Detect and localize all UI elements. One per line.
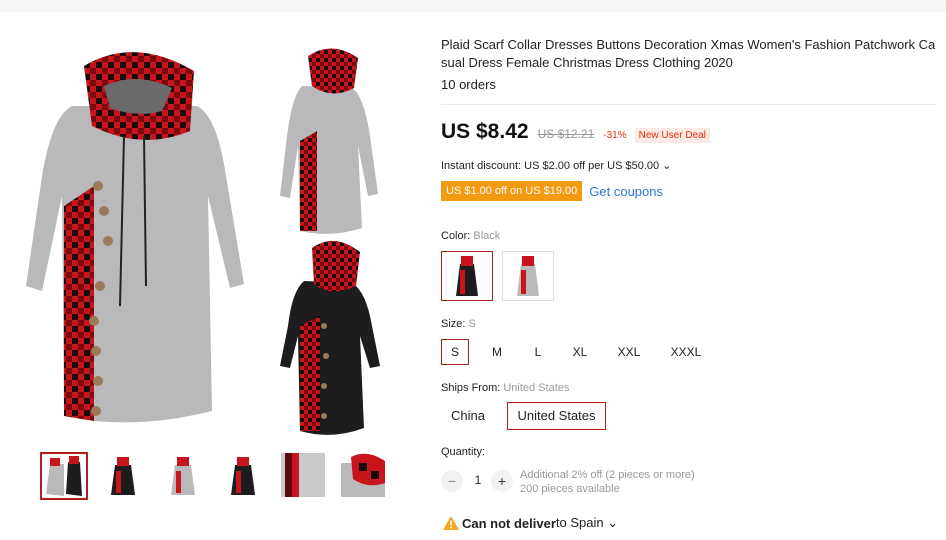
deliver-destination: to Spain ⌄ [555, 515, 619, 530]
color-option-gray[interactable] [502, 251, 554, 301]
price-row: US $8.42 US $12.21 -31% New User Deal [441, 120, 710, 148]
warning-icon [443, 516, 459, 530]
size-option-s[interactable]: S [441, 339, 469, 365]
thumbnail-2[interactable] [100, 452, 148, 500]
quantity-discount-note: Additional 2% off (2 pieces or more) [520, 469, 695, 481]
ships-from-value: United States [503, 382, 570, 394]
color-label-text: Color: [441, 230, 474, 242]
thumbnail-strip [40, 452, 390, 502]
coupon-badge: US $1.00 off on US $19.00 [441, 181, 583, 201]
size-option-xxxl[interactable]: XXXL [667, 339, 705, 365]
thumbnail-6[interactable] [340, 452, 388, 500]
orders-count: 10 orders [441, 77, 496, 92]
coupon-row: US $1.00 off on US $19.00 Get coupons [441, 181, 663, 201]
main-product-image[interactable] [12, 26, 418, 444]
small-black-dress-figure [280, 240, 380, 435]
new-user-deal-badge: New User Deal [634, 128, 710, 143]
pieces-available: 200 pieces available [520, 483, 620, 495]
thumbnail-3[interactable] [160, 452, 208, 500]
ship-option-united-states[interactable]: United States [507, 402, 606, 430]
thumbnail-1[interactable] [40, 452, 88, 500]
ships-from-label: Ships From: United States [441, 382, 569, 394]
thumbnail-5[interactable] [280, 452, 328, 500]
size-option-xxl[interactable]: XXL [613, 339, 645, 365]
ship-option-china[interactable]: China [441, 402, 495, 430]
divider [441, 104, 936, 105]
color-label: Color: Black [441, 230, 500, 242]
title-line-2: sual Dress Female Christmas Dress Clothi… [441, 55, 733, 70]
size-label: Size: S [441, 318, 476, 330]
delivery-status[interactable]: Can not deliver to Spain ⌄ [443, 515, 618, 531]
top-bar [0, 0, 946, 12]
quantity-value[interactable]: 1 [471, 473, 485, 487]
product-title: Plaid Scarf Collar Dresses Buttons Decor… [441, 36, 936, 72]
thumbnail-4[interactable] [220, 452, 268, 500]
size-label-text: Size: [441, 318, 469, 330]
quantity-plus-button[interactable]: + [491, 470, 513, 492]
quantity-label: Quantity: [441, 446, 486, 458]
large-dress-figure [26, 52, 244, 423]
size-option-m[interactable]: M [483, 339, 511, 365]
size-option-xl[interactable]: XL [565, 339, 595, 365]
small-gray-dress-figure [280, 48, 378, 234]
cannot-deliver-text: Can not deliver [462, 515, 556, 531]
ships-from-label-text: Ships From: [441, 382, 504, 394]
color-option-black[interactable] [441, 251, 493, 301]
instant-discount[interactable]: Instant discount: US $2.00 off per US $5… [441, 159, 671, 172]
title-line-1: Plaid Scarf Collar Dresses Buttons Decor… [441, 37, 936, 52]
size-value: S [468, 318, 476, 330]
quantity-minus-button[interactable]: − [441, 470, 463, 492]
size-option-l[interactable]: L [524, 339, 552, 365]
color-value: Black [473, 230, 501, 242]
discount-percent: -31% [603, 130, 627, 141]
original-price: US $12.21 [537, 127, 595, 141]
get-coupons-link[interactable]: Get coupons [589, 184, 663, 199]
current-price: US $8.42 [441, 120, 529, 143]
quantity-note: Additional 2% off (2 pieces or more) 200… [520, 468, 695, 496]
product-photo [26, 48, 380, 435]
